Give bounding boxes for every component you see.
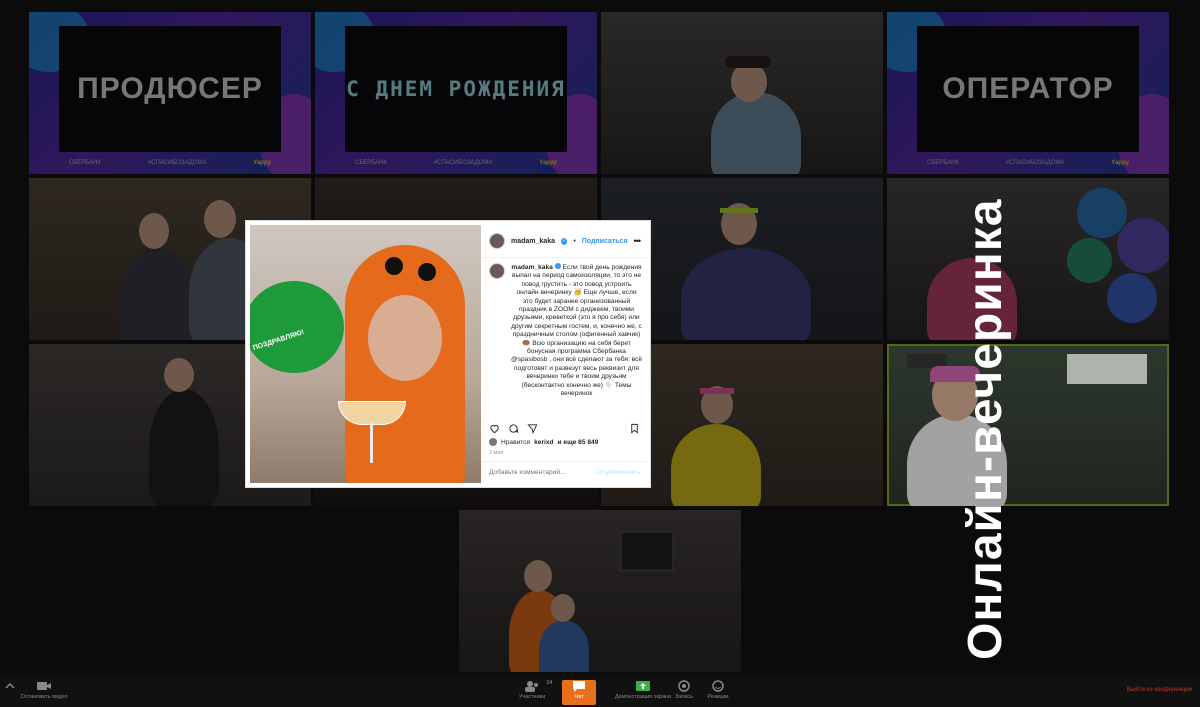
comment-bar: Опубликовать (483, 461, 646, 482)
bank-logo: СБЕРБАНК (355, 160, 387, 166)
participants-count: 14 (546, 680, 552, 686)
post-photo: ПОЗДРАВЛЯЮ! (250, 225, 481, 483)
post-date: 2 мая (489, 450, 504, 456)
post-actions (489, 423, 640, 434)
leave-meeting-button[interactable]: Выйти из конференции (1127, 687, 1192, 693)
chat-icon (571, 680, 587, 692)
caption-username[interactable]: madam_kaka (511, 264, 552, 271)
instagram-post: ПОЗДРАВЛЯЮ! madam_kaka ✓ • Подписаться •… (246, 221, 650, 487)
heart-icon[interactable] (489, 423, 500, 434)
comment-input[interactable] (489, 468, 579, 476)
post-sidebar: madam_kaka ✓ • Подписаться ••• madam_kak… (483, 225, 646, 483)
producer-label: ПРОДЮСЕР (77, 72, 263, 105)
smiley-icon (710, 680, 726, 692)
tile-screen: ПРОДЮСЕР (59, 26, 281, 152)
more-options-icon[interactable]: ••• (634, 236, 642, 246)
post-header: madam_kaka ✓ • Подписаться ••• (483, 225, 646, 258)
avatar[interactable] (489, 233, 505, 249)
meeting-toolbar: Остановить видео 14 Участники Чат Демонс… (0, 677, 1200, 707)
post-username[interactable]: madam_kaka (511, 238, 555, 245)
hashtag: #СПАСИБОЗАДОМА (147, 160, 207, 166)
brand-logo: Yappy (1111, 160, 1129, 166)
brand-logo: Yappy (253, 160, 271, 166)
chat-button[interactable]: Чат (562, 680, 596, 705)
video-tile-dancer-hat[interactable] (601, 12, 883, 174)
comment-icon[interactable] (508, 423, 519, 434)
tile-screen: С ДНЕМ РОЖДЕНИЯ (345, 26, 567, 152)
video-camera-icon (36, 680, 52, 692)
participants-icon (524, 680, 540, 692)
mute-button[interactable] (0, 680, 20, 694)
bookmark-icon[interactable] (629, 423, 640, 434)
chevron-up-icon (2, 680, 18, 692)
follow-button[interactable]: Подписаться (582, 238, 628, 245)
tile-screen: ОПЕРАТОР (917, 26, 1139, 152)
hashtag: #СПАСИБОЗАДОМА (433, 160, 493, 166)
birthday-label: С ДНЕМ РОЖДЕНИЯ (346, 77, 566, 101)
record-icon (676, 680, 692, 692)
likes-count[interactable]: и еще 85 849 (558, 439, 599, 446)
caption-text: Если твой день рождения выпал на период … (511, 264, 642, 398)
video-tile-birthday[interactable]: С ДНЕМ РОЖДЕНИЯ СБЕРБАНК #СПАСИБОЗАДОМА … (315, 12, 597, 174)
green-balloon: ПОЗДРАВЛЯЮ! (250, 281, 344, 373)
page-title: Онлайн-вечеринка (959, 198, 1012, 660)
likes-line: Нравится kerixd и еще 85 849 (489, 438, 598, 446)
verified-icon: ✓ (560, 237, 568, 245)
share-icon[interactable] (527, 423, 538, 434)
reactions-button[interactable]: Реакции (694, 680, 742, 700)
video-tile-balloons[interactable] (887, 178, 1169, 340)
balloon-text: ПОЗДРАВЛЯЮ! (252, 328, 306, 353)
post-caption: madam_kaka Если твой день рождения выпал… (489, 263, 642, 419)
operator-label: ОПЕРАТОР (942, 72, 1114, 105)
liker-username[interactable]: kerixd (534, 439, 553, 446)
brand-logo: Yappy (539, 160, 557, 166)
video-tile-active-speaker[interactable] (887, 344, 1169, 506)
bank-logo: СБЕРБАНК (927, 160, 959, 166)
participants-button[interactable]: 14 Участники (508, 680, 556, 700)
share-screen-icon (635, 680, 651, 692)
publish-button[interactable]: Опубликовать (597, 469, 640, 476)
video-tile-operator[interactable]: ОПЕРАТОР СБЕРБАНК #СПАСИБОЗАДОМА Yappy (887, 12, 1169, 174)
video-tile-producer[interactable]: ПРОДЮСЕР СБЕРБАНК #СПАСИБОЗАДОМА Yappy (29, 12, 311, 174)
liker-avatar (489, 438, 497, 446)
caption-avatar[interactable] (489, 263, 505, 279)
bank-logo: СБЕРБАНК (69, 160, 101, 166)
stop-video-button[interactable]: Остановить видео (20, 680, 68, 700)
video-tile-mother-child[interactable] (459, 510, 741, 672)
hashtag: #СПАСИБОЗАДОМА (1005, 160, 1065, 166)
